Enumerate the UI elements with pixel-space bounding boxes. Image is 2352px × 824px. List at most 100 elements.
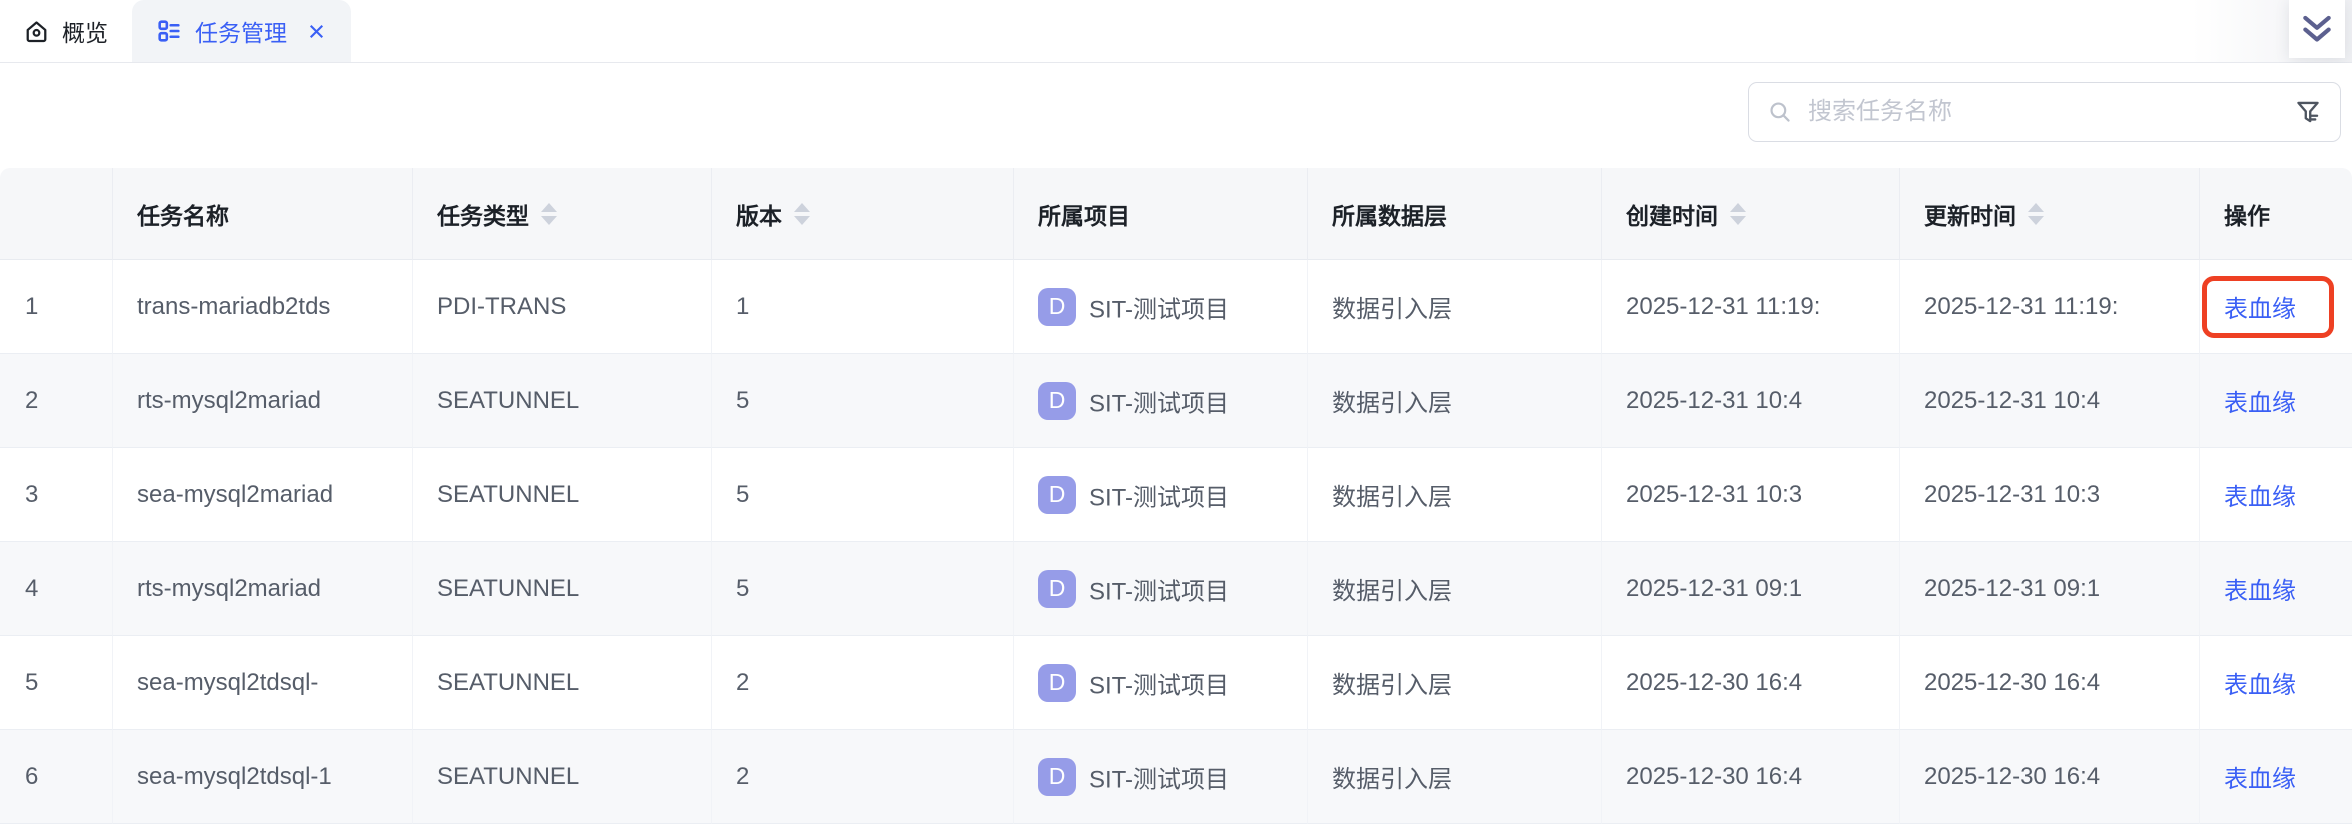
cell-index: 2 <box>0 354 113 448</box>
cell-project: D SIT-测试项目 <box>1014 260 1308 354</box>
cell-layer: 数据引入层 <box>1308 542 1602 636</box>
search-icon <box>1767 99 1793 125</box>
cell-created: 2025-12-31 09:1 <box>1602 542 1900 636</box>
column-label: 所属项目 <box>1038 197 1130 231</box>
search-input[interactable] <box>1808 98 2279 126</box>
sort-caret-icon[interactable] <box>541 203 557 225</box>
cell-version: 1 <box>712 260 1014 354</box>
sort-caret-icon[interactable] <box>1730 203 1746 225</box>
cell-version: 5 <box>712 542 1014 636</box>
column-header-type[interactable]: 任务类型 <box>413 168 712 260</box>
cell-created: 2025-12-30 16:4 <box>1602 730 1900 824</box>
cell-actions: 表血缘 <box>2200 542 2352 636</box>
table-header-row: 任务名称 任务类型版本 所属项目 所属数据层 创建时间更新时间 操作 <box>0 168 2352 260</box>
cell-project: DSIT-测试项目 <box>1014 448 1308 542</box>
cell-actions: 表血缘 <box>2200 354 2352 448</box>
table-row: 4rts-mysql2mariadSEATUNNEL5D SIT-测试项目 数据引入… <box>0 542 2352 636</box>
cell-updated: 2025-12-30 16:4 <box>1900 636 2200 730</box>
project-name: SIT-测试项目 <box>1089 390 1229 417</box>
cell-name: rts-mysql2mariad <box>113 354 413 448</box>
table-lineage-link[interactable]: 表血缘 <box>2224 766 2296 793</box>
project-name: SIT-测试项目 <box>1089 296 1229 323</box>
cell-type: SEATUNNEL <box>413 636 712 730</box>
cell-name: sea-mysql2tdsql- <box>113 636 413 730</box>
cell-project: D SIT-测试项目 <box>1014 730 1308 824</box>
project-name: SIT-测试项目 <box>1089 672 1229 699</box>
cell-name: sea-mysql2mariad <box>113 448 413 542</box>
app-window: 概览 任务管理 <box>0 0 2352 824</box>
cell-updated: 2025-12-31 10:4 <box>1900 354 2200 448</box>
project-name: SIT-测试项目 <box>1089 766 1229 793</box>
column-header-project: 所属项目 <box>1014 168 1308 260</box>
cell-layer: 数据引入层 <box>1308 730 1602 824</box>
cell-type: SEATUNNEL <box>413 448 712 542</box>
column-label: 操作 <box>2224 197 2270 231</box>
cell-index: 4 <box>0 542 113 636</box>
project-badge: D <box>1038 382 1076 420</box>
column-label: 更新时间 <box>1924 197 2016 231</box>
task-table: 任务名称任务类型版本所属项目所属数据层创建时间更新时间操作 1trans-mar… <box>0 168 2352 824</box>
table-row: 1trans-mariadb2tdsPDI-TRANS1DSIT-测试项目数据引… <box>0 260 2352 354</box>
cell-updated: 2025-12-30 16:4 <box>1900 730 2200 824</box>
cell-index: 1 <box>0 260 113 354</box>
cell-actions: 表血缘 <box>2200 448 2352 542</box>
table-lineage-link[interactable]: 表血缘 <box>2224 390 2296 417</box>
cell-layer: 数据引入层 <box>1308 260 1602 354</box>
cell-updated: 2025-12-31 11:19: <box>1900 260 2200 354</box>
table-lineage-link[interactable]: 表血缘 <box>2224 296 2296 323</box>
cell-version: 2 <box>712 730 1014 824</box>
column-header-updated[interactable]: 更新时间 <box>1900 168 2200 260</box>
column-label: 版本 <box>736 197 782 231</box>
project-badge: D <box>1038 288 1076 326</box>
cell-version: 5 <box>712 448 1014 542</box>
cell-name: trans-mariadb2tds <box>113 260 413 354</box>
project-badge: D <box>1038 570 1076 608</box>
cell-actions: 表血缘 <box>2200 730 2352 824</box>
cell-actions: 表血缘 <box>2200 260 2352 354</box>
project-name: SIT-测试项目 <box>1089 578 1229 605</box>
cell-version: 2 <box>712 636 1014 730</box>
column-header-name: 任务名称 <box>113 168 413 260</box>
cell-index: 6 <box>0 730 113 824</box>
table-lineage-link[interactable]: 表血缘 <box>2224 578 2296 605</box>
home-icon <box>23 18 50 45</box>
column-header-index <box>0 168 113 260</box>
search-box <box>1748 82 2341 142</box>
task-list-icon <box>156 18 182 44</box>
sort-caret-icon[interactable] <box>794 203 810 225</box>
collapse-tabs-button[interactable] <box>2289 0 2345 58</box>
toolbar <box>0 63 2352 168</box>
cell-actions: 表血缘 <box>2200 636 2352 730</box>
cell-created: 2025-12-31 10:3 <box>1602 448 1900 542</box>
nav-home[interactable]: 概览 <box>0 0 132 62</box>
cell-updated: 2025-12-31 10:3 <box>1900 448 2200 542</box>
cell-name: rts-mysql2mariad <box>113 542 413 636</box>
cell-updated: 2025-12-31 09:1 <box>1900 542 2200 636</box>
column-header-ops: 操作 <box>2200 168 2352 260</box>
table-lineage-link[interactable]: 表血缘 <box>2224 672 2296 699</box>
table-lineage-link[interactable]: 表血缘 <box>2224 484 2296 511</box>
column-header-created[interactable]: 创建时间 <box>1602 168 1900 260</box>
column-header-layer: 所属数据层 <box>1308 168 1602 260</box>
column-label: 任务名称 <box>137 197 229 231</box>
table-row: 3sea-mysql2mariadSEATUNNEL5DSIT-测试项目数据引入… <box>0 448 2352 542</box>
cell-index: 5 <box>0 636 113 730</box>
cell-type: SEATUNNEL <box>413 542 712 636</box>
table-row: 6sea-mysql2tdsql-1SEATUNNEL2D SIT-测试项目 数据引… <box>0 730 2352 824</box>
project-badge: D <box>1038 758 1076 796</box>
cell-name: sea-mysql2tdsql-1 <box>113 730 413 824</box>
column-label: 所属数据层 <box>1332 197 1447 231</box>
funnel-filter-icon[interactable] <box>2294 98 2322 126</box>
tab-task-management[interactable]: 任务管理 <box>132 0 351 62</box>
sort-caret-icon[interactable] <box>2028 203 2044 225</box>
cell-type: SEATUNNEL <box>413 730 712 824</box>
cell-type: SEATUNNEL <box>413 354 712 448</box>
close-icon[interactable] <box>306 21 327 42</box>
cell-layer: 数据引入层 <box>1308 448 1602 542</box>
column-header-version[interactable]: 版本 <box>712 168 1014 260</box>
project-name: SIT-测试项目 <box>1089 484 1229 511</box>
cell-project: D SIT-测试项目 <box>1014 354 1308 448</box>
cell-layer: 数据引入层 <box>1308 636 1602 730</box>
table-row: 2rts-mysql2mariadSEATUNNEL5DSIT-测试项目数据引入… <box>0 354 2352 448</box>
tab-task-management-label: 任务管理 <box>195 14 287 48</box>
